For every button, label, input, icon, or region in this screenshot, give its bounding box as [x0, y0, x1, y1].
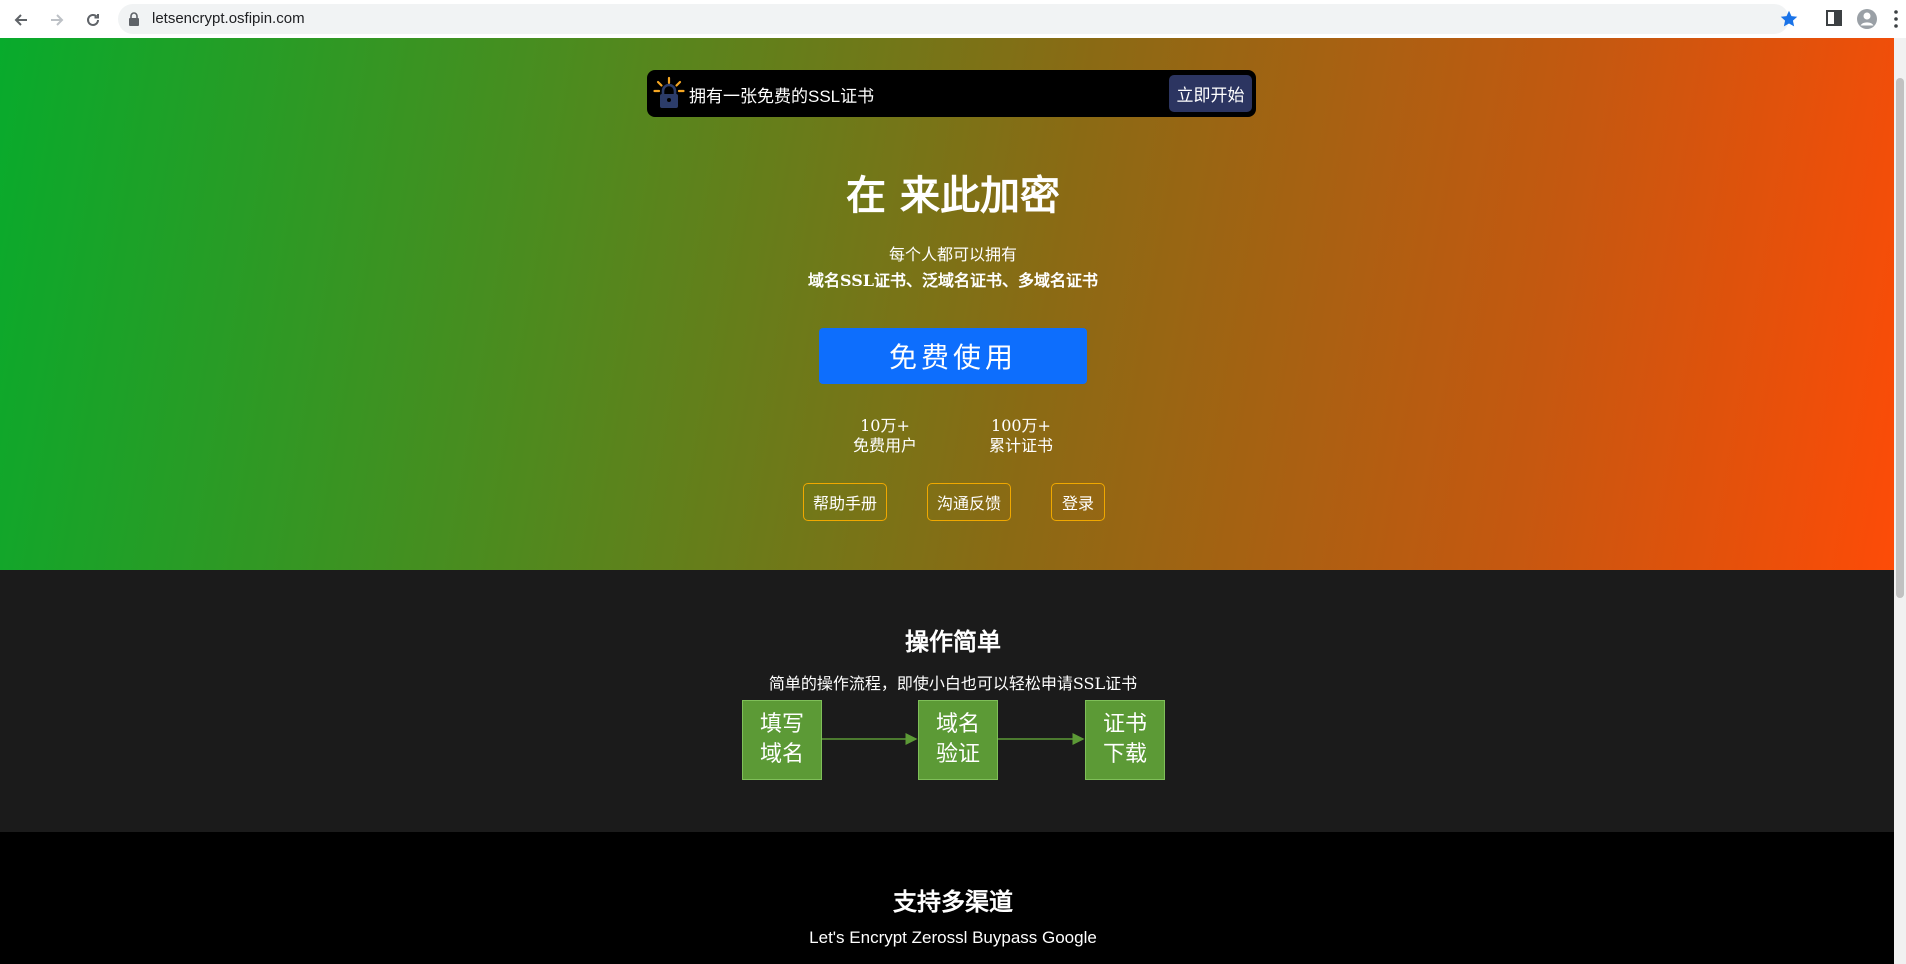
- hero-subtitle-line1: 每个人都可以拥有: [888, 245, 1017, 264]
- step-domain-verify: 域名 验证: [918, 700, 998, 780]
- help-manual-button[interactable]: 帮助手册: [803, 483, 887, 521]
- menu-dots-icon[interactable]: [1893, 9, 1899, 29]
- reload-icon: [87, 13, 99, 26]
- step-line: 下载: [1102, 742, 1147, 767]
- login-button[interactable]: 登录: [1051, 483, 1105, 521]
- step-line: 域名: [759, 742, 804, 767]
- step-line: 证书: [1102, 712, 1147, 737]
- banner-text: 拥有一张免费的SSL证书: [689, 87, 875, 106]
- back-arrow-icon: [14, 14, 27, 26]
- side-panel-icon[interactable]: [1826, 10, 1842, 26]
- browser-toolbar: letsencrypt.osfipin.com: [0, 0, 1906, 39]
- free-use-button[interactable]: 免费使用: [819, 328, 1087, 384]
- stat-value: 10万+: [860, 416, 910, 435]
- channels-section: 支持多渠道 Let's Encrypt Zerossl Buypass Goog…: [0, 832, 1894, 964]
- start-now-button[interactable]: 立即开始: [1169, 75, 1252, 112]
- forward-arrow-icon: [51, 14, 64, 26]
- stat-value: 100万+: [991, 416, 1051, 435]
- bookmark-star-icon[interactable]: [1778, 8, 1800, 30]
- letsencrypt-logo-icon: [653, 76, 685, 108]
- step-line: 域名: [935, 712, 980, 737]
- scrollbar-thumb[interactable]: [1896, 78, 1904, 598]
- lock-icon[interactable]: [128, 12, 140, 26]
- page-title: 在 来此加密: [846, 173, 1060, 219]
- feedback-button[interactable]: 沟通反馈: [927, 483, 1011, 521]
- section-description: 简单的操作流程，即使小白也可以轻松申请SSL证书: [768, 674, 1138, 693]
- stat-free-users: 10万+ 免费用户: [840, 416, 930, 456]
- stat-total-certs: 100万+ 累计证书: [976, 416, 1066, 456]
- forward-button[interactable]: [44, 7, 70, 33]
- step-fill-domain: 填写 域名: [742, 700, 822, 780]
- section-title: 操作简单: [905, 628, 1001, 656]
- step-line: 验证: [935, 742, 980, 767]
- stat-label: 免费用户: [852, 436, 917, 455]
- stat-label: 累计证书: [988, 436, 1053, 455]
- profile-avatar-icon[interactable]: [1856, 8, 1878, 30]
- announcement-banner: 拥有一张免费的SSL证书 立即开始: [647, 70, 1256, 117]
- step-cert-download: 证书 下载: [1085, 700, 1165, 780]
- hero-subtitle-line2: 域名SSL证书、泛域名证书、多域名证书: [807, 271, 1098, 290]
- reload-button[interactable]: [80, 7, 106, 33]
- scrollbar[interactable]: [1894, 38, 1906, 964]
- section-title: 支持多渠道: [893, 888, 1013, 916]
- back-button[interactable]: [8, 7, 34, 33]
- address-bar-background: [118, 4, 1789, 34]
- section-description: Let's Encrypt Zerossl Buypass Google: [809, 928, 1097, 947]
- url-text[interactable]: letsencrypt.osfipin.com: [152, 10, 305, 27]
- step-line: 填写: [759, 712, 804, 737]
- address-bar[interactable]: letsencrypt.osfipin.com: [118, 4, 1906, 34]
- hero-section: 拥有一张免费的SSL证书 立即开始 在 来此加密 每个人都可以拥有 域名SSL证…: [0, 38, 1906, 570]
- simple-operation-section: 操作简单 简单的操作流程，即使小白也可以轻松申请SSL证书 填写 域名 域名 验证 …: [0, 570, 1894, 832]
